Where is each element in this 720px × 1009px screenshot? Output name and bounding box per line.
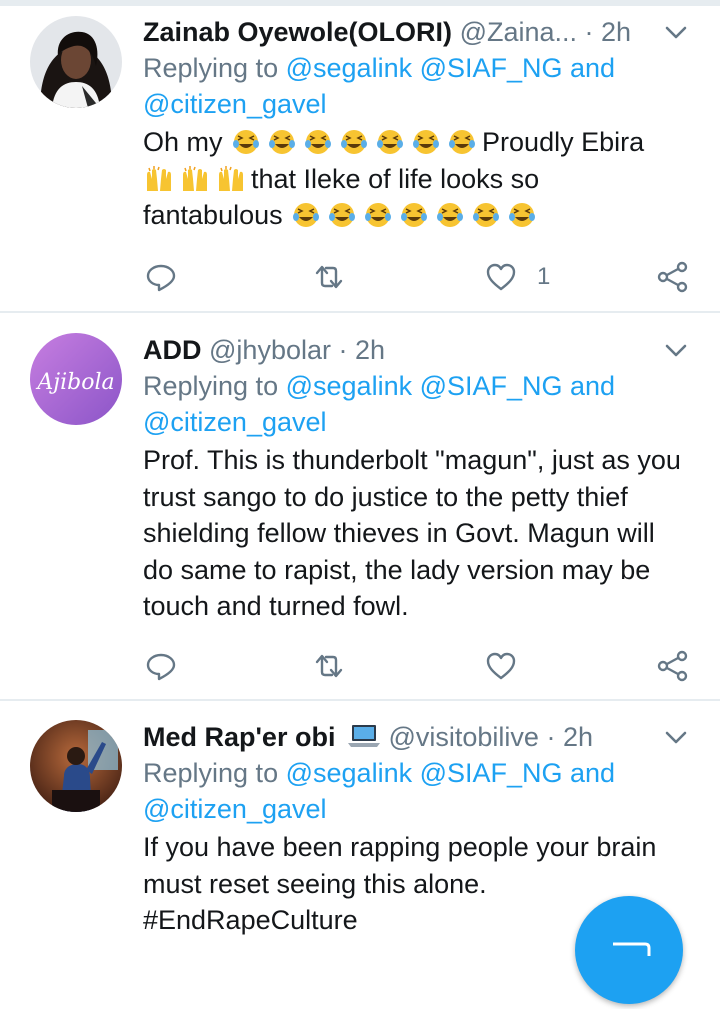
retweet-icon: [315, 654, 343, 678]
replying-users[interactable]: @segalink @SIAF_NG and: [286, 53, 615, 83]
tweet-2[interactable]: Ajibola ADD @jhybolar · 2h Replying to @…: [0, 313, 720, 701]
replying-users[interactable]: @segalink @SIAF_NG and: [286, 758, 615, 788]
share-icon: [657, 261, 688, 293]
tweet-actions: 1: [145, 259, 690, 295]
like-button[interactable]: [485, 648, 537, 684]
retweet-icon: [315, 265, 343, 289]
reply-button[interactable]: [145, 648, 177, 684]
tweet-actions: [145, 648, 690, 684]
laughing-emoji-group: [283, 200, 543, 230]
display-name[interactable]: Zainab Oyewole(OLORI): [143, 17, 452, 47]
laughing-emoji-group: [230, 127, 482, 157]
raised-hands-emoji-group: [143, 164, 251, 194]
laptop-emoji: [347, 725, 380, 747]
timestamp[interactable]: 2h: [601, 17, 631, 47]
display-name[interactable]: Med Rap'er obi: [143, 722, 335, 752]
replying-user[interactable]: @citizen_gavel: [143, 407, 327, 437]
tweet-header: ADD @jhybolar · 2h: [143, 332, 690, 368]
share-button[interactable]: [657, 259, 689, 295]
chevron-down-icon[interactable]: [662, 723, 690, 751]
reply-icon: [146, 653, 176, 681]
user-handle[interactable]: @Zaina...: [460, 17, 577, 47]
replying-users[interactable]: @segalink @SIAF_NG and: [286, 371, 615, 401]
avatar[interactable]: [30, 720, 122, 812]
display-name[interactable]: ADD: [143, 335, 202, 365]
timestamp[interactable]: 2h: [355, 335, 385, 365]
avatar[interactable]: [30, 16, 122, 108]
chevron-down-icon[interactable]: [662, 18, 690, 46]
tweet-text: If you have been rapping people your bra…: [143, 832, 657, 899]
like-count: 1: [537, 263, 551, 290]
replying-to: Replying to @segalink @SIAF_NG and: [143, 758, 616, 788]
like-button[interactable]: 1: [485, 259, 550, 295]
share-icon: [657, 650, 688, 682]
tweet-text: Oh my Proudly Ebira that Ileke of life l…: [143, 127, 645, 230]
replying-to: Replying to @segalink @SIAF_NG and: [143, 53, 616, 83]
tweet-text: Prof. This is thunderbolt "magun", just …: [143, 445, 681, 621]
share-button[interactable]: [657, 648, 689, 684]
reply-icon: [146, 264, 176, 292]
separator-dot: ·: [338, 335, 355, 365]
avatar-label: Ajibola: [35, 370, 114, 395]
timestamp[interactable]: 2h: [563, 722, 593, 752]
tweet-header: Med Rap'er obi @visitobilive · 2h: [143, 719, 690, 755]
tweet-1[interactable]: Zainab Oyewole(OLORI) @Zaina... · 2h Rep…: [0, 0, 720, 313]
user-handle[interactable]: @jhybolar: [209, 335, 331, 365]
chevron-down-icon[interactable]: [662, 336, 690, 364]
tweet-header: Zainab Oyewole(OLORI) @Zaina... · 2h: [143, 14, 690, 50]
replying-user[interactable]: @citizen_gavel: [143, 89, 327, 119]
retweet-button[interactable]: [313, 259, 345, 295]
retweet-button[interactable]: [313, 648, 345, 684]
compose-fab[interactable]: [575, 896, 683, 1004]
heart-icon: [486, 652, 516, 680]
user-handle[interactable]: @visitobilive: [388, 722, 538, 752]
separator-dot: ·: [546, 722, 563, 752]
replying-user[interactable]: @citizen_gavel: [143, 794, 327, 824]
avatar[interactable]: Ajibola: [30, 333, 122, 425]
separator-dot: ·: [584, 17, 602, 47]
heart-icon: [486, 263, 516, 291]
replying-to: Replying to @segalink @SIAF_NG and: [143, 371, 616, 401]
compose-icon: [613, 942, 651, 956]
reply-button[interactable]: [145, 259, 177, 295]
